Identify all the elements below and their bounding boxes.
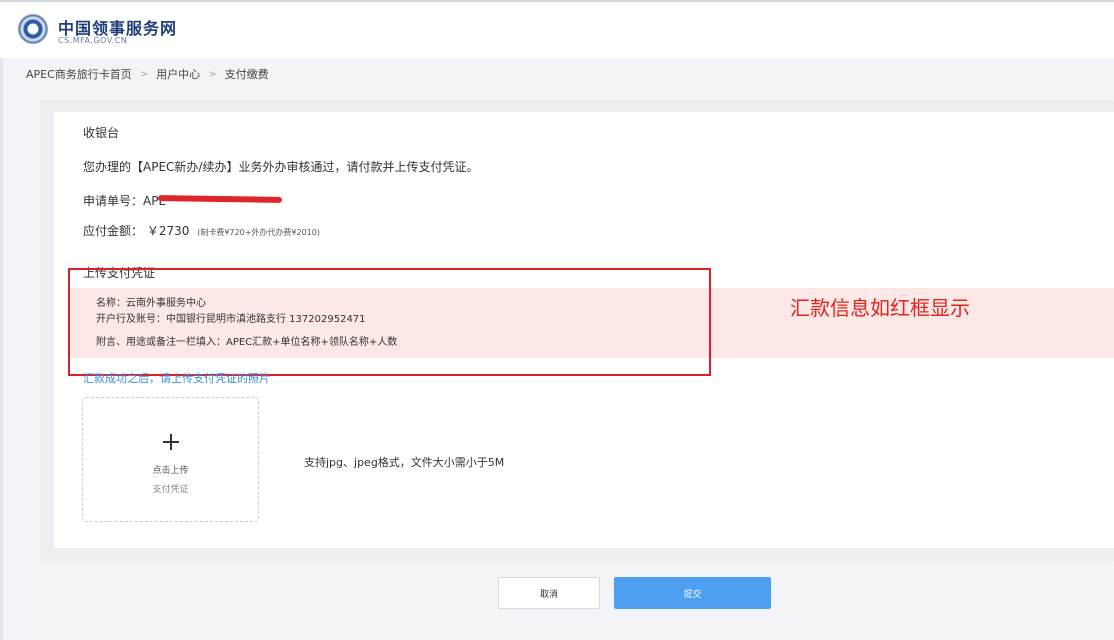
upload-label: 点击上传 bbox=[152, 466, 189, 476]
cancel-button[interactable]: 取消 bbox=[498, 577, 600, 609]
submit-button[interactable]: 提交 bbox=[614, 577, 771, 609]
amount-row: 应付金额： ￥2730 (制卡费¥720+外办代办费¥2010) bbox=[83, 222, 320, 239]
annotation-text: 汇款信息如红框显示 bbox=[790, 296, 970, 320]
emblem-icon bbox=[18, 14, 48, 44]
breadcrumb-item-user-center[interactable]: 用户中心 bbox=[156, 66, 200, 82]
window-edge bbox=[0, 0, 3, 640]
upload-hint: 汇款成功之后，请上传支付凭证的照片 bbox=[83, 372, 270, 385]
site-subtitle: CS.MFA.GOV.CN bbox=[58, 36, 128, 45]
breadcrumb-item-payment: 支付缴费 bbox=[224, 68, 269, 81]
breadcrumb: APEC商务旅行卡首页 > 用户中心 > 支付缴费 bbox=[26, 62, 1114, 86]
format-hint: 支持jpg、jpeg格式，文件大小需小于5M bbox=[304, 456, 505, 469]
highlight-box bbox=[68, 268, 711, 376]
approval-notice: 您办理的【APEC新办/续办】业务外办审核通过，请付款并上传支付凭证。 bbox=[83, 160, 479, 174]
chevron-right-icon: > bbox=[208, 68, 217, 80]
breadcrumb-item-home[interactable]: APEC商务旅行卡首页 bbox=[26, 66, 132, 82]
upload-dropzone[interactable]: 点击上传 支付凭证 bbox=[82, 397, 259, 522]
upload-sublabel: 支付凭证 bbox=[152, 485, 189, 495]
site-header: 中国领事服务网 CS.MFA.GOV.CN bbox=[0, 0, 1114, 58]
amount-label: 应付金额： bbox=[83, 224, 144, 238]
amount-value: ￥2730 bbox=[146, 224, 190, 238]
amount-detail: (制卡费¥720+外办代办费¥2010) bbox=[197, 228, 320, 237]
section-title: 收银台 bbox=[83, 126, 120, 140]
order-number: 申请单号：APE bbox=[83, 194, 167, 208]
chevron-right-icon: > bbox=[139, 68, 149, 80]
plus-icon bbox=[163, 434, 179, 450]
